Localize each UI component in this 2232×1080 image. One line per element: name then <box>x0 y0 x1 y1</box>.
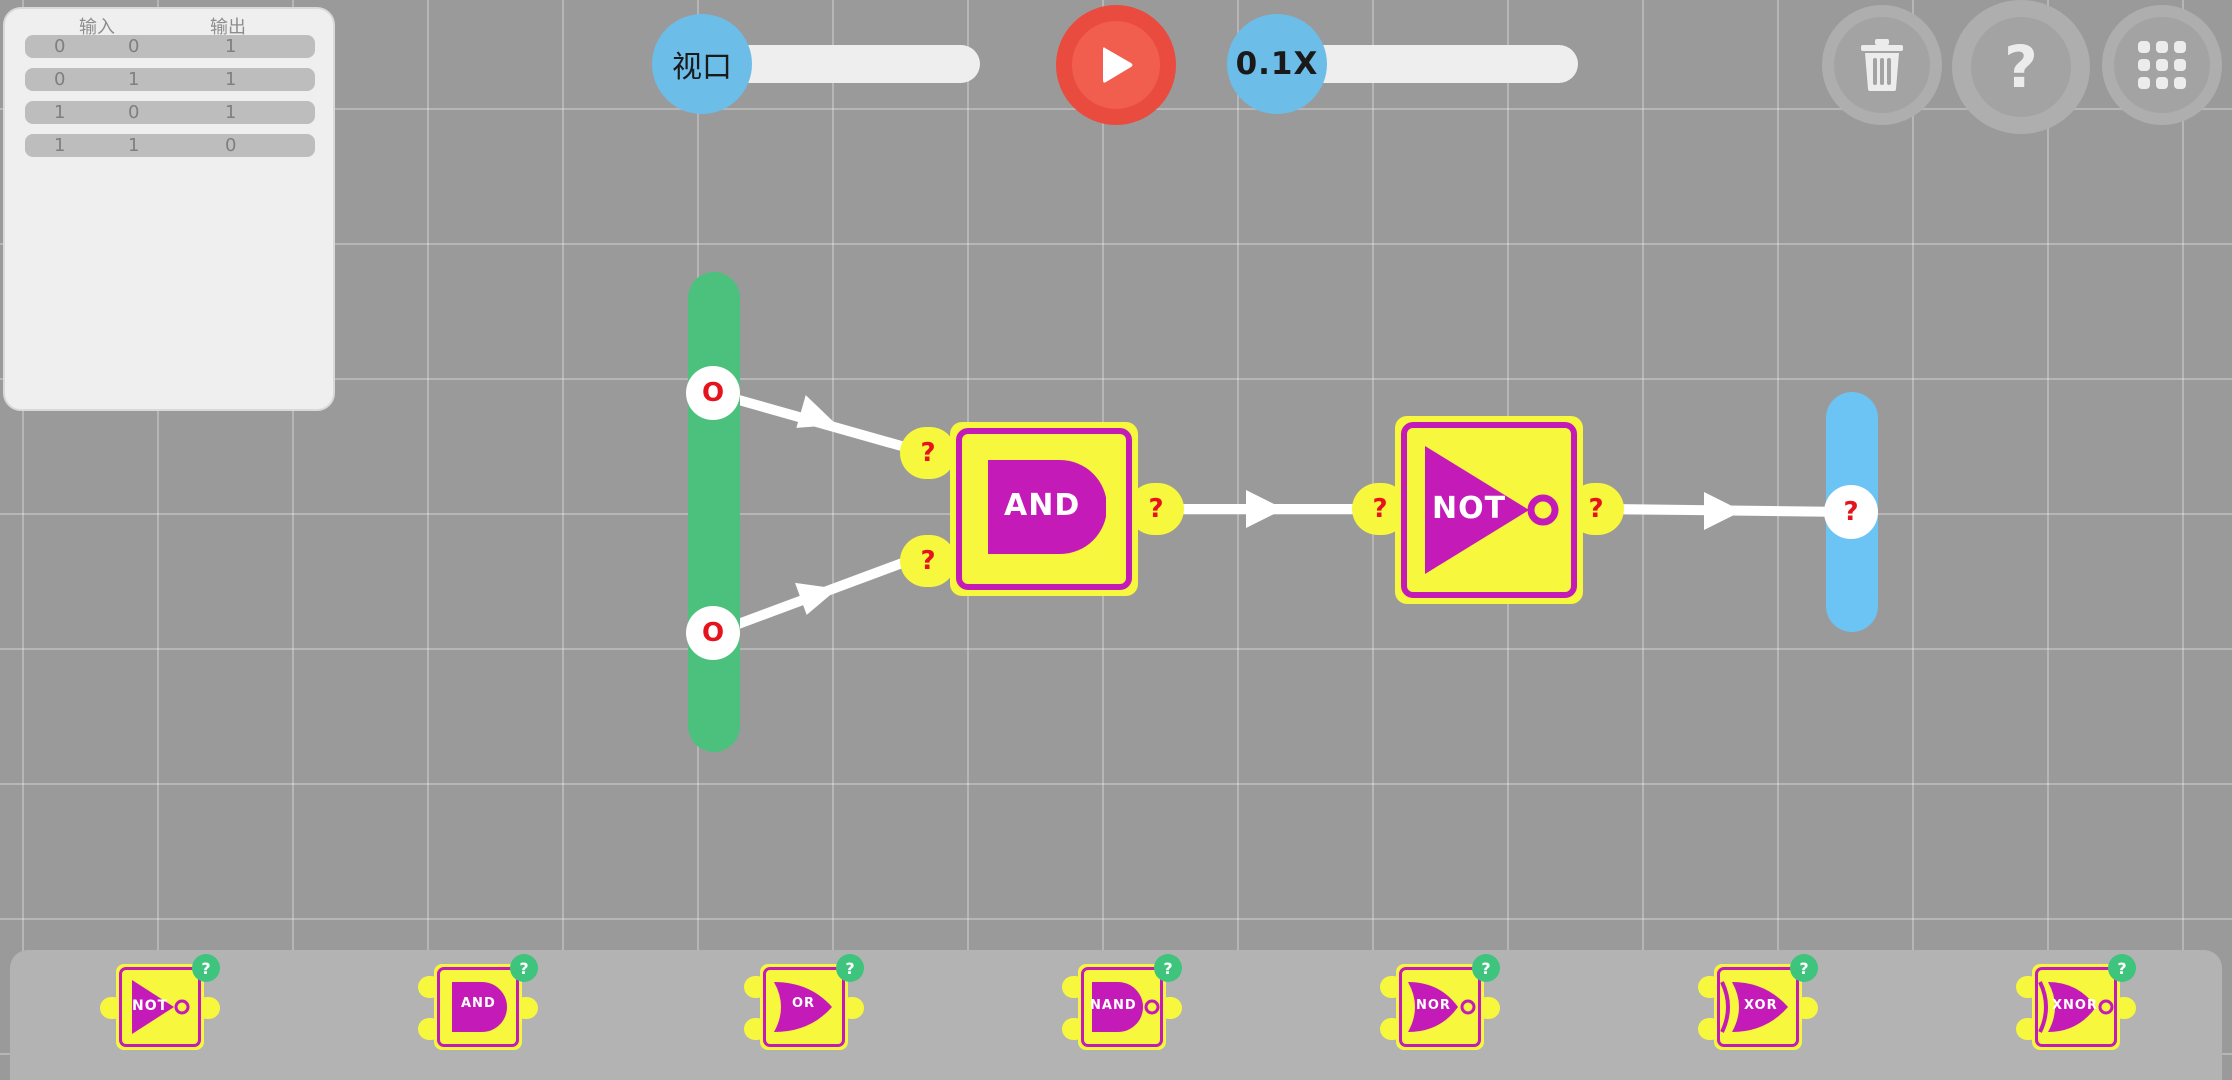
input-pin-2-value: O <box>701 618 725 648</box>
help-icon: ? <box>2004 33 2038 101</box>
truth-table-cell: 0 <box>54 69 66 90</box>
not-gate-label: NOT <box>1432 491 1507 526</box>
delete-button-ring <box>1834 17 1930 113</box>
help-badge-icon[interactable]: ? <box>1154 954 1182 982</box>
play-button-inner <box>1072 21 1160 109</box>
help-badge-icon[interactable]: ? <box>1790 954 1818 982</box>
palette-not-gate[interactable]: NOT ? <box>100 954 220 1060</box>
palette-nand-gate[interactable]: NAND ? <box>1062 954 1182 1060</box>
output-pin-value: ? <box>1843 497 1859 527</box>
truth-table-cell: 1 <box>225 102 237 123</box>
truth-table-cell: 1 <box>54 102 66 123</box>
help-button[interactable]: ? <box>1952 0 2090 134</box>
palette-item-label: NAND <box>1090 998 1137 1013</box>
help-badge-icon[interactable]: ? <box>2108 954 2136 982</box>
input-pin-1-value: O <box>701 378 725 408</box>
truth-table-cell: 0 <box>225 135 237 156</box>
menu-button-ring <box>2114 17 2210 113</box>
truth-table-cell: 0 <box>128 102 140 123</box>
speed-slider-track[interactable] <box>1300 45 1578 83</box>
speed-label: 0.1X <box>1235 46 1319 82</box>
and-input-port-1-value: ? <box>920 438 936 468</box>
input-pin-2[interactable]: O <box>686 606 740 660</box>
and-input-port-1[interactable]: ? <box>900 427 956 479</box>
truth-table-cell: 1 <box>54 135 66 156</box>
play-button[interactable] <box>1056 5 1176 125</box>
truth-table-cell: 1 <box>225 69 237 90</box>
truth-table-cell: 1 <box>225 36 237 57</box>
wire-arrow-icon <box>795 582 838 615</box>
and-gate-label: AND <box>1004 488 1081 523</box>
truth-table-cell: 0 <box>54 36 66 57</box>
wire-input1-and[interactable] <box>709 388 910 452</box>
viewport-slider-knob[interactable]: 视口 <box>652 14 752 114</box>
truth-table-cell: 1 <box>128 135 140 156</box>
help-badge-icon[interactable]: ? <box>510 954 538 982</box>
and-gate[interactable]: AND <box>950 422 1138 596</box>
palette-or-gate[interactable]: OR ? <box>744 954 864 1060</box>
palette-xor-gate[interactable]: XOR ? <box>1698 954 1818 1060</box>
truth-table: 输入 输出 0 0 1 0 1 1 1 0 1 1 1 0 <box>3 7 335 411</box>
menu-button[interactable] <box>2102 5 2222 125</box>
palette-item-label: AND <box>461 996 496 1011</box>
wire-not-output[interactable] <box>1607 504 1855 517</box>
truth-table-cell: 0 <box>128 36 140 57</box>
viewport-label: 视口 <box>672 50 732 85</box>
wire-arrow-icon <box>796 395 837 428</box>
help-badge-icon[interactable]: ? <box>1472 954 1500 982</box>
truth-table-cell: 1 <box>128 69 140 90</box>
wire-arrow-icon <box>1246 490 1284 528</box>
palette-item-label: OR <box>792 996 816 1011</box>
not-input-port-value: ? <box>1372 494 1388 524</box>
help-badge-icon[interactable]: ? <box>192 954 220 982</box>
truth-table-row: 0 0 1 <box>25 35 315 58</box>
palette-nor-gate[interactable]: NOR ? <box>1380 954 1500 1060</box>
palette-xnor-gate[interactable]: XNOR ? <box>2016 954 2136 1060</box>
help-badge-icon[interactable]: ? <box>836 954 864 982</box>
input-rail[interactable] <box>688 272 740 752</box>
not-output-port-value: ? <box>1588 494 1604 524</box>
palette-item-label: NOT <box>132 998 169 1014</box>
trash-icon <box>1861 39 1903 91</box>
truth-table-row: 1 0 1 <box>25 101 315 124</box>
and-input-port-2-value: ? <box>920 546 936 576</box>
grid-menu-icon <box>2138 41 2186 89</box>
wire-arrow-icon <box>1704 492 1742 530</box>
not-gate[interactable]: NOT <box>1395 416 1583 604</box>
play-icon <box>1103 47 1133 83</box>
truth-table-row: 0 1 1 <box>25 68 315 91</box>
speed-slider-knob[interactable]: 0.1X <box>1227 14 1327 114</box>
wire-input2-and[interactable] <box>709 557 910 638</box>
and-output-port-value: ? <box>1148 494 1164 524</box>
input-pin-1[interactable]: O <box>686 366 740 420</box>
truth-table-row: 1 1 0 <box>25 134 315 157</box>
help-button-ring: ? <box>1971 17 2071 117</box>
and-input-port-2[interactable]: ? <box>900 535 956 587</box>
palette-item-label: NOR <box>1416 998 1451 1013</box>
palette-item-label: XNOR <box>2052 998 2098 1013</box>
delete-button[interactable] <box>1822 5 1942 125</box>
palette-and-gate[interactable]: AND ? <box>418 954 538 1060</box>
palette-item-label: XOR <box>1744 998 1778 1013</box>
output-pin[interactable]: ? <box>1824 485 1878 539</box>
